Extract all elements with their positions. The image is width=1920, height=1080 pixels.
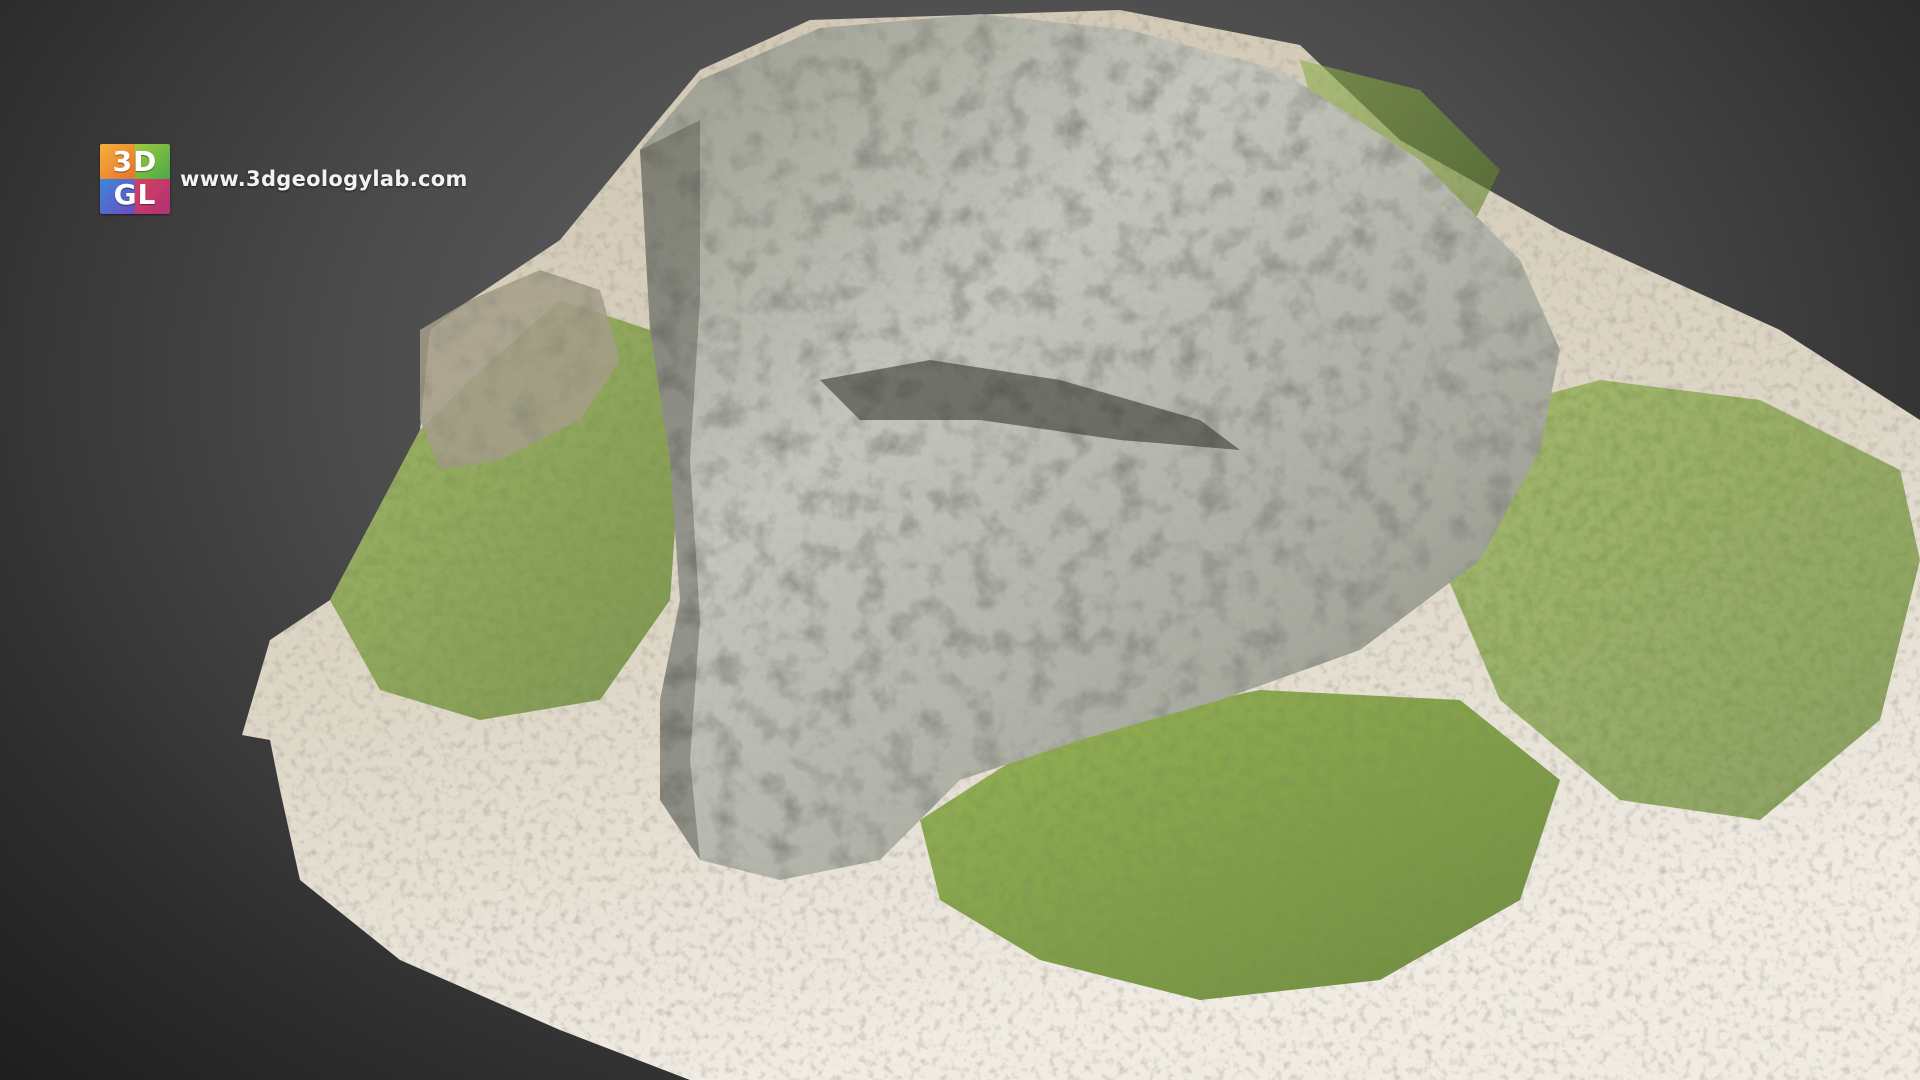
website-url-text: www.3dgeologylab.com	[180, 167, 468, 191]
watermark: 3D GL www.3dgeologylab.com	[100, 144, 468, 214]
3dgl-logo: 3D GL	[100, 144, 170, 214]
logo-text-top: 3D	[112, 145, 158, 178]
3d-viewer-canvas[interactable]: 3D GL www.3dgeologylab.com	[0, 0, 1920, 1080]
logo-text-bottom: GL	[113, 178, 157, 211]
